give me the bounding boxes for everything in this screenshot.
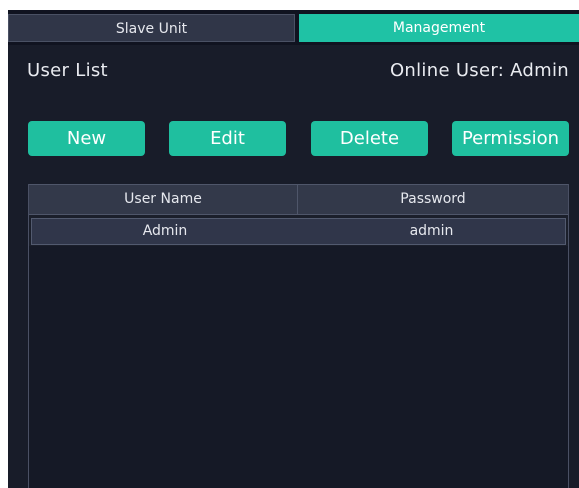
column-header-password[interactable]: Password [298,185,568,214]
column-header-user-name[interactable]: User Name [29,185,298,214]
cell-user-name: Admin [142,223,188,239]
table-row[interactable]: Admin admin [31,218,566,245]
new-button[interactable]: New [28,121,145,156]
tab-management[interactable]: Management [299,14,579,42]
tab-bar: Slave Unit Management [8,10,579,45]
tab-slave-unit[interactable]: Slave Unit [8,14,295,42]
cell-password: admin [409,223,454,239]
table-header: User Name Password [29,184,568,215]
user-table: User Name Password Admin admin [28,184,569,488]
edit-button[interactable]: Edit [169,121,286,156]
user-list-title: User List [27,60,108,81]
table-empty-area [29,246,568,488]
online-user-label: Online User: Admin [389,60,569,81]
permission-button[interactable]: Permission [452,121,569,156]
delete-button[interactable]: Delete [311,121,428,156]
